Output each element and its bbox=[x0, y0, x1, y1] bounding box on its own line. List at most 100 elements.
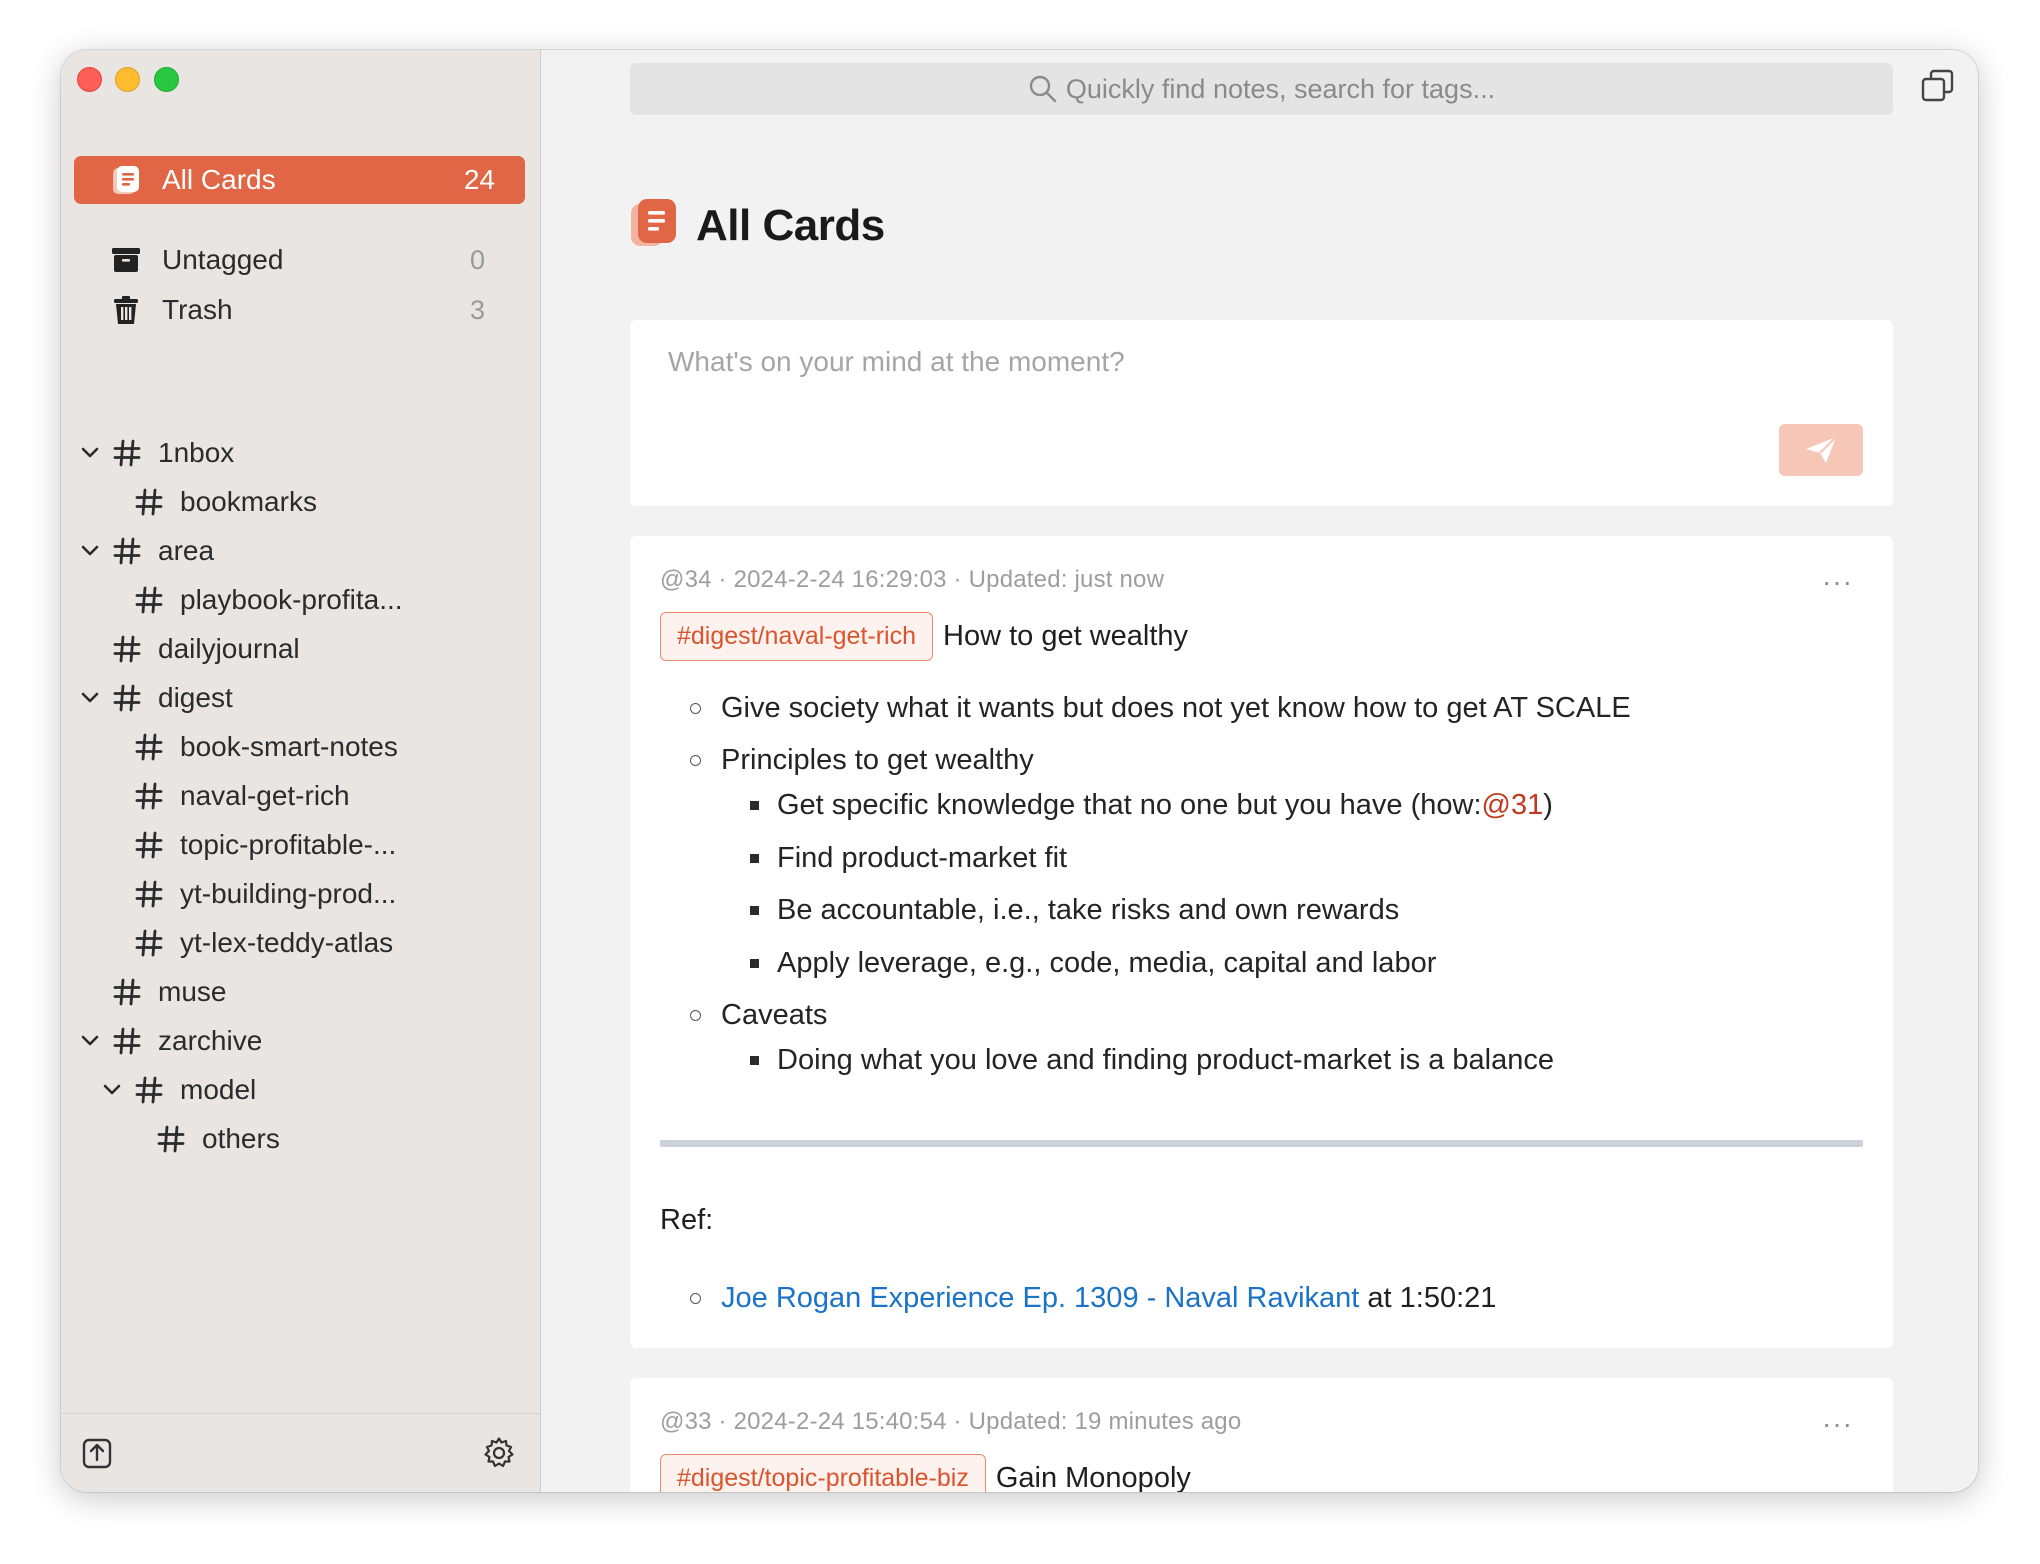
sidebar-tag-label: digest bbox=[158, 682, 233, 713]
sidebar-tag-playbook-profita[interactable]: playbook-profita... bbox=[132, 578, 403, 622]
sidebar-item-count: 24 bbox=[463, 164, 495, 195]
note-card[interactable]: @34 · 2024-2-24 16:29:03 · Updated: just… bbox=[630, 536, 1893, 1348]
sidebar-tag-label: playbook-profita... bbox=[180, 584, 403, 615]
close-window-button[interactable] bbox=[77, 67, 102, 92]
export-icon[interactable] bbox=[81, 1436, 113, 1475]
card-meta: @34 · 2024-2-24 16:29:03 · Updated: just… bbox=[660, 566, 1165, 593]
list-item: Get specific knowledge that no one but y… bbox=[750, 783, 1553, 827]
note-composer[interactable]: What's on your mind at the moment? bbox=[630, 320, 1893, 506]
card-title: How to get wealthy bbox=[943, 620, 1189, 652]
reference-link[interactable]: Joe Rogan Experience Ep. 1309 - Naval Ra… bbox=[721, 1282, 1359, 1315]
sidebar-footer bbox=[61, 1413, 540, 1492]
trash-icon bbox=[110, 294, 142, 326]
minimize-window-button[interactable] bbox=[115, 67, 140, 92]
sidebar-item-untagged[interactable]: Untagged 0 bbox=[110, 238, 520, 282]
sidebar-tag-area[interactable]: area bbox=[110, 529, 214, 573]
chevron-down-icon[interactable] bbox=[78, 1019, 102, 1063]
card-header: #digest/naval-get-rich How to get wealth… bbox=[660, 612, 1188, 661]
hashtag-icon bbox=[132, 877, 166, 911]
gear-icon[interactable] bbox=[482, 1436, 516, 1475]
sidebar-tag-book-smart-notes[interactable]: book-smart-notes bbox=[132, 725, 398, 769]
hashtag-icon bbox=[110, 436, 144, 470]
search-input[interactable]: Quickly find notes, search for tags... bbox=[630, 63, 1893, 115]
more-options-icon[interactable]: ··· bbox=[1822, 566, 1853, 598]
sidebar-tag-label: yt-lex-teddy-atlas bbox=[180, 927, 394, 958]
search-icon bbox=[1029, 75, 1057, 103]
sidebar-tag-label: model bbox=[180, 1074, 257, 1105]
sidebar-tag-bookmarks[interactable]: bookmarks bbox=[132, 480, 317, 524]
divider bbox=[660, 1140, 1863, 1147]
sidebar-tag-label: muse bbox=[158, 976, 227, 1007]
sidebar-tag-digest[interactable]: digest bbox=[110, 676, 233, 720]
sidebar-tag-others[interactable]: others bbox=[154, 1117, 280, 1161]
sidebar-item-all-cards[interactable]: All Cards 24 bbox=[74, 156, 525, 204]
card-header: #digest/topic-profitable-biz Gain Monopo… bbox=[660, 1454, 1191, 1492]
page-title: All Cards bbox=[696, 200, 885, 250]
list-item: Principles to get wealthy bbox=[690, 738, 1034, 782]
ref-label: Ref: bbox=[660, 1204, 714, 1236]
sidebar-item-count: 3 bbox=[470, 294, 486, 325]
sidebar-tag-yt-building-prod[interactable]: yt-building-prod... bbox=[132, 872, 396, 916]
tag-chip[interactable]: #digest/naval-get-rich bbox=[660, 612, 934, 661]
sidebar-tag-label: book-smart-notes bbox=[180, 731, 398, 762]
tag-chip[interactable]: #digest/topic-profitable-biz bbox=[660, 1454, 986, 1492]
hashtag-icon bbox=[110, 534, 144, 568]
sidebar-tag-label: zarchive bbox=[158, 1025, 263, 1056]
send-icon bbox=[1806, 436, 1837, 463]
list-item: Be accountable, i.e., take risks and own… bbox=[750, 888, 1399, 932]
search-placeholder: Quickly find notes, search for tags... bbox=[1065, 73, 1496, 104]
more-options-icon[interactable]: ··· bbox=[1822, 1408, 1853, 1440]
hashtag-icon bbox=[132, 485, 166, 519]
sidebar-tag-muse[interactable]: muse bbox=[110, 970, 226, 1014]
hashtag-icon bbox=[154, 1122, 188, 1156]
hashtag-icon bbox=[132, 583, 166, 617]
sidebar-item-label: Untagged bbox=[162, 244, 284, 275]
chevron-down-icon[interactable] bbox=[100, 1068, 124, 1112]
cards-icon bbox=[630, 198, 678, 253]
app-window: All Cards 24 Untagged 0 Trash 3 1nbox bo… bbox=[61, 50, 1978, 1492]
sidebar-tag-label: area bbox=[158, 535, 215, 566]
hashtag-icon bbox=[132, 926, 166, 960]
card-mention-link[interactable]: @31 bbox=[1482, 789, 1544, 822]
sidebar-tag-label: 1nbox bbox=[158, 437, 235, 468]
sidebar-item-label: All Cards bbox=[162, 164, 276, 195]
hashtag-icon bbox=[110, 681, 144, 715]
list-item: Give society what it wants but does not … bbox=[690, 686, 1631, 730]
sidebar-tag-yt-lex-teddy-atlas[interactable]: yt-lex-teddy-atlas bbox=[132, 921, 393, 965]
sidebar: All Cards 24 Untagged 0 Trash 3 1nbox bo… bbox=[61, 50, 541, 1492]
list-item: Doing what you love and finding product-… bbox=[750, 1038, 1554, 1082]
note-card[interactable]: @33 · 2024-2-24 15:40:54 · Updated: 19 m… bbox=[630, 1378, 1893, 1492]
list-item: Find product-market fit bbox=[750, 836, 1067, 880]
card-meta: @33 · 2024-2-24 15:40:54 · Updated: 19 m… bbox=[660, 1408, 1242, 1435]
sidebar-tag-topic-profitable[interactable]: topic-profitable-... bbox=[132, 823, 396, 867]
sidebar-tag-zarchive[interactable]: zarchive bbox=[110, 1019, 262, 1063]
hashtag-icon bbox=[110, 975, 144, 1009]
chevron-down-icon[interactable] bbox=[78, 529, 102, 573]
sidebar-tag-label: naval-get-rich bbox=[180, 780, 350, 811]
sidebar-tag-label: bookmarks bbox=[180, 486, 317, 517]
hashtag-icon bbox=[132, 828, 166, 862]
sidebar-item-label: Trash bbox=[162, 294, 233, 325]
sidebar-tag-dailyjournal[interactable]: dailyjournal bbox=[110, 627, 300, 671]
hashtag-icon bbox=[132, 779, 166, 813]
sidebar-tag-model[interactable]: model bbox=[132, 1068, 256, 1112]
archive-box-icon bbox=[110, 244, 142, 276]
sidebar-tag-label: dailyjournal bbox=[158, 633, 300, 664]
composer-placeholder: What's on your mind at the moment? bbox=[668, 346, 1125, 377]
sidebar-item-trash[interactable]: Trash 3 bbox=[110, 288, 520, 332]
sidebar-tag-naval-get-rich[interactable]: naval-get-rich bbox=[132, 774, 350, 818]
list-item: Caveats bbox=[690, 993, 827, 1037]
sidebar-tag-label: others bbox=[202, 1123, 280, 1154]
copy-window-icon[interactable] bbox=[1920, 68, 1956, 104]
list-item: Apply leverage, e.g., code, media, capit… bbox=[750, 941, 1436, 985]
sidebar-tag-label: yt-building-prod... bbox=[180, 878, 397, 909]
hashtag-icon bbox=[110, 632, 144, 666]
zoom-window-button[interactable] bbox=[154, 67, 179, 92]
main-content: Quickly find notes, search for tags... A… bbox=[541, 50, 1978, 1492]
page-header: All Cards bbox=[630, 198, 885, 253]
send-button[interactable] bbox=[1779, 424, 1863, 476]
chevron-down-icon[interactable] bbox=[78, 431, 102, 475]
chevron-down-icon[interactable] bbox=[78, 676, 102, 720]
card-title: Gain Monopoly bbox=[995, 1462, 1191, 1492]
sidebar-tag-1nbox[interactable]: 1nbox bbox=[110, 431, 234, 475]
